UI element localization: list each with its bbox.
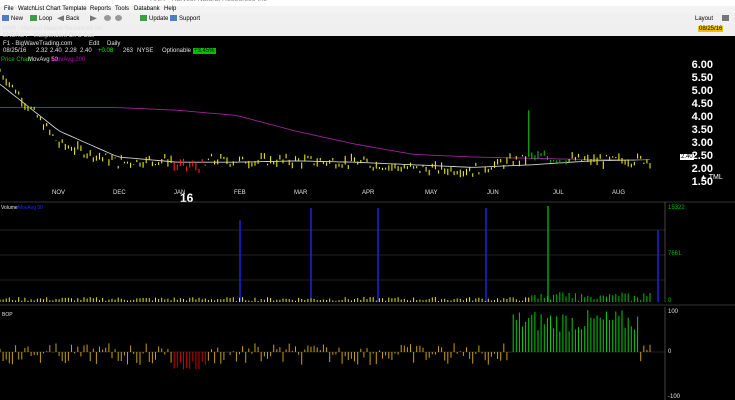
settings-button[interactable] <box>722 13 731 25</box>
menu-file[interactable]: File <box>4 6 14 13</box>
menu-watchlist[interactable]: WatchList <box>18 6 44 13</box>
loop-icon <box>30 15 37 22</box>
menu-help[interactable]: Help <box>164 6 176 13</box>
layout-label: Layout <box>695 16 714 22</box>
back-button[interactable]: Back <box>57 13 79 25</box>
menu-databank[interactable]: Databank <box>134 6 160 13</box>
new-button[interactable]: New <box>2 13 23 25</box>
zoom-out-button[interactable] <box>115 13 124 25</box>
support-label: Support <box>179 16 201 22</box>
support-button[interactable]: Support <box>170 13 200 25</box>
zoom-in-button[interactable] <box>104 13 113 25</box>
loop-label: Loop <box>39 16 53 22</box>
menu-chart-template[interactable]: Chart Template <box>46 6 87 13</box>
series-line <box>0 83 651 168</box>
zoom-out-icon <box>115 15 122 22</box>
window-title: HNR - Harvest Natural Resources Inc <box>150 0 267 3</box>
back-icon <box>57 15 64 22</box>
settings-icon <box>722 15 729 22</box>
new-label: New <box>11 16 24 22</box>
forward-button[interactable] <box>90 13 99 25</box>
support-icon <box>170 15 177 22</box>
menu-reports[interactable]: Reports <box>90 6 111 13</box>
new-icon <box>2 15 9 22</box>
menu-tools[interactable]: Tools <box>115 6 129 13</box>
price-chart-canvas <box>0 68 735 400</box>
forward-icon <box>90 15 97 22</box>
update-button[interactable]: Update <box>140 13 168 25</box>
date-badge: 08/25/16 <box>698 26 724 32</box>
update-icon <box>140 15 147 22</box>
zoom-in-icon <box>104 15 111 22</box>
series-line <box>0 107 650 161</box>
symbol-title: HNR - Harvest Natural Resources Inc <box>3 26 104 32</box>
update-label: Update <box>149 16 169 22</box>
loop-button[interactable]: Loop <box>30 13 52 25</box>
layout-button[interactable]: Layout <box>695 13 713 25</box>
back-label: Back <box>66 16 80 22</box>
menu-bar: File WatchList Chart Template Reports To… <box>0 6 735 13</box>
